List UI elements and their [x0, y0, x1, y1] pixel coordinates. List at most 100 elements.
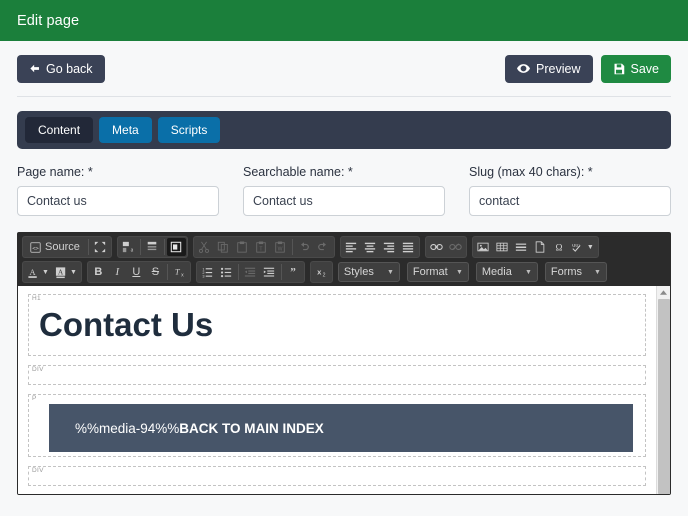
editor-toolbar-row-1: <> Source a T W Ω BC ▼ [18, 233, 670, 261]
align-justify-icon[interactable] [399, 238, 418, 256]
align-center-icon[interactable] [361, 238, 380, 256]
arrow-left-icon [29, 63, 40, 74]
source-code-icon: <> [30, 241, 41, 253]
searchable-name-input[interactable] [243, 186, 445, 216]
svg-text:Ω: Ω [556, 243, 563, 253]
editor-content[interactable]: H1 Contact Us DIV P %%media-94%% BACK TO … [18, 286, 656, 494]
svg-text:3: 3 [203, 274, 205, 278]
tab-scripts[interactable]: Scripts [157, 117, 221, 143]
text-color-icon[interactable]: A ▼ [24, 263, 52, 281]
go-back-label: Go back [46, 61, 93, 76]
strikethrough-icon[interactable]: S [146, 263, 165, 281]
svg-text:x: x [318, 268, 323, 277]
forms-dropdown[interactable]: Forms ▼ [544, 262, 607, 282]
form-fields-row: Page name: * Searchable name: * Slug (ma… [0, 149, 688, 216]
styles-dropdown[interactable]: Styles ▼ [337, 262, 400, 282]
subscript-icon[interactable]: x2 [312, 263, 331, 281]
paste-from-word-icon: W [271, 238, 290, 256]
maximize-icon[interactable] [91, 238, 110, 256]
horizontal-rule-icon[interactable] [512, 238, 531, 256]
eye-icon [517, 63, 531, 74]
link-icon[interactable] [427, 238, 446, 256]
content-block-div-1[interactable]: DIV [28, 365, 646, 386]
align-right-icon[interactable] [380, 238, 399, 256]
numbered-list-icon[interactable]: 123 [198, 263, 217, 281]
content-block-h1[interactable]: H1 Contact Us [28, 294, 646, 357]
preview-button[interactable]: Preview [505, 54, 593, 83]
toolbar-group-paragraph: 123 ” [195, 261, 305, 283]
toolbar-group-colors: A ▼ A ▼ [22, 261, 82, 283]
italic-icon[interactable]: I [108, 263, 127, 281]
svg-text:T: T [260, 246, 264, 252]
spellcheck-icon[interactable]: ABC ▼ [569, 238, 597, 256]
format-dropdown[interactable]: Format ▼ [406, 262, 469, 282]
templates-icon[interactable]: a [119, 238, 138, 256]
banner-media-token: %%media-94%% [75, 420, 180, 436]
svg-text:A: A [58, 267, 64, 276]
chevron-down-icon: ▼ [593, 268, 601, 276]
styles-dropdown-label: Styles [343, 266, 374, 278]
separator [139, 239, 141, 255]
svg-text:W: W [278, 246, 283, 252]
searchable-name-label: Searchable name: * [243, 165, 353, 179]
editor-scrollbar[interactable] [656, 286, 670, 494]
rich-text-editor: <> Source a T W Ω BC ▼ A ▼ A ▼ B I U S T… [17, 232, 671, 495]
svg-text:T: T [175, 267, 181, 277]
back-to-main-index-banner[interactable]: %%media-94%% BACK TO MAIN INDEX [49, 404, 633, 453]
svg-text:2: 2 [323, 273, 326, 278]
tab-content[interactable]: Content [25, 117, 94, 143]
show-blocks-icon[interactable] [166, 238, 186, 256]
source-button[interactable]: <> Source [24, 238, 86, 256]
tabs-container: Content Meta Scripts [0, 97, 688, 149]
content-block-div-2[interactable]: DIV [28, 466, 646, 487]
undo-icon [295, 238, 314, 256]
image-icon[interactable] [474, 238, 493, 256]
document-properties-icon[interactable] [143, 238, 162, 256]
field-page-name: Page name: * [17, 165, 219, 216]
scrollbar-thumb[interactable] [658, 299, 670, 494]
save-button[interactable]: Save [600, 54, 671, 83]
svg-text:<>: <> [32, 245, 39, 251]
separator [163, 239, 165, 255]
media-dropdown-label: Media [481, 266, 512, 278]
underline-icon[interactable]: U [127, 263, 146, 281]
separator [291, 239, 293, 255]
table-icon[interactable] [493, 238, 512, 256]
indent-icon[interactable] [260, 263, 279, 281]
toolbar-group-blocks: a [116, 236, 188, 258]
page-break-icon[interactable] [531, 238, 550, 256]
go-back-button[interactable]: Go back [17, 54, 105, 83]
heading-contact-us[interactable]: Contact Us [39, 306, 637, 343]
remove-format-icon[interactable]: Tx [170, 263, 189, 281]
special-character-icon[interactable]: Ω [550, 238, 569, 256]
slug-input[interactable] [469, 186, 671, 216]
tabstrip: Content Meta Scripts [17, 111, 671, 149]
editor-container: <> Source a T W Ω BC ▼ A ▼ A ▼ B I U S T… [0, 216, 688, 495]
block-tag-h1: H1 [32, 295, 41, 302]
block-tag-p: P [32, 395, 37, 403]
bold-icon[interactable]: B [89, 263, 108, 281]
outdent-icon [241, 263, 260, 281]
content-block-p[interactable]: P %%media-94%% BACK TO MAIN INDEX [28, 394, 646, 458]
media-dropdown[interactable]: Media ▼ [475, 262, 538, 282]
redo-icon [314, 238, 333, 256]
floppy-disk-icon [613, 63, 625, 75]
scroll-up-arrow-icon[interactable] [657, 286, 670, 299]
page-title: Edit page [17, 12, 80, 29]
banner-link-label: BACK TO MAIN INDEX [179, 420, 324, 436]
separator [280, 264, 282, 280]
tab-meta[interactable]: Meta [99, 117, 152, 143]
svg-text:x: x [182, 273, 185, 278]
blockquote-icon[interactable]: ” [284, 263, 303, 281]
field-searchable-name: Searchable name: * [243, 165, 445, 216]
source-label: Source [45, 240, 80, 253]
background-color-icon[interactable]: A ▼ [52, 263, 80, 281]
field-slug: Slug (max 40 chars): * [469, 165, 671, 216]
forms-dropdown-label: Forms [550, 266, 583, 278]
align-left-icon[interactable] [342, 238, 361, 256]
bulleted-list-icon[interactable] [217, 263, 236, 281]
cut-icon [195, 238, 214, 256]
svg-text:A: A [30, 267, 36, 276]
page-name-input[interactable] [17, 186, 219, 216]
chevron-down-icon: ▼ [455, 268, 463, 276]
